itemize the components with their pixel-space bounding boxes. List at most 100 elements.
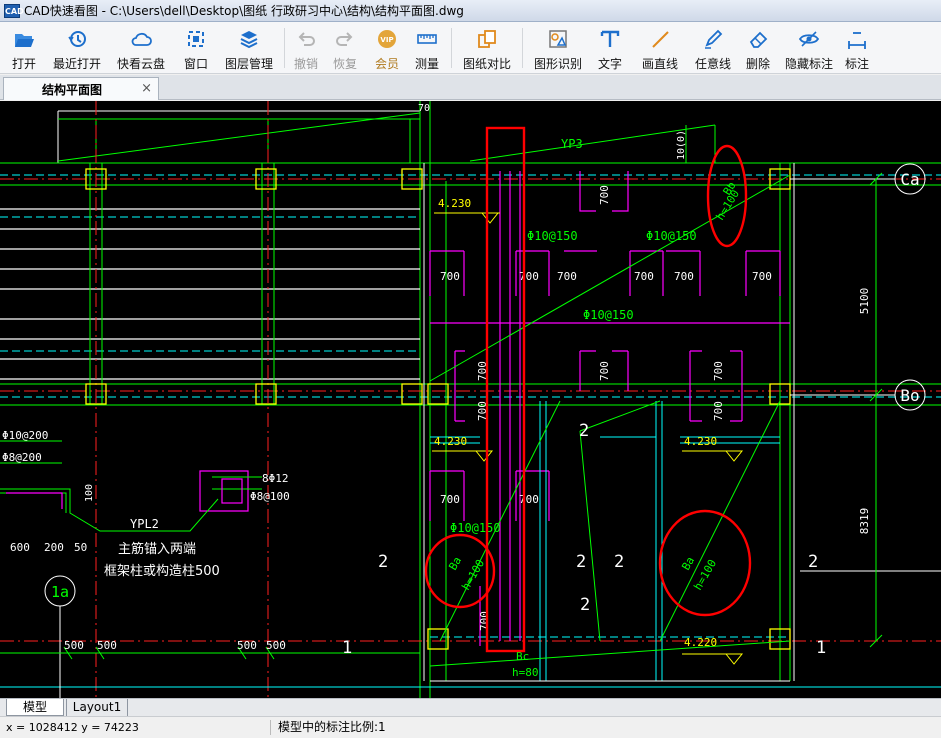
slab-thickness: h=80 <box>512 666 539 679</box>
section-mark: 2 <box>576 552 586 572</box>
section-mark: 1 <box>816 638 826 658</box>
ruler-icon <box>417 34 437 44</box>
dim-700: 700 <box>519 270 539 283</box>
section-mark: 2 <box>614 552 624 572</box>
layer-manager-label: 图层管理 <box>224 57 273 71</box>
undo-button[interactable]: 撤销 <box>289 22 323 72</box>
redo-label: 恢复 <box>332 57 357 71</box>
dim-700: 700 <box>712 401 725 421</box>
window-button[interactable]: 窗口 <box>174 22 218 72</box>
dim-700: 700 <box>674 270 694 283</box>
compare-button[interactable]: 图纸对比 <box>456 22 518 72</box>
dim-5100: 5100 <box>858 288 871 315</box>
undo-icon <box>298 32 315 46</box>
pen-icon <box>705 29 723 49</box>
elevation-label: 4.230 <box>434 435 467 448</box>
redo-icon <box>336 32 353 46</box>
vip-button[interactable]: VIP 会员 <box>367 22 407 72</box>
compare-icon <box>478 30 496 48</box>
folder-open-icon <box>15 34 34 47</box>
annotate-label: 标注 <box>844 57 869 71</box>
measure-button[interactable]: 测量 <box>407 22 447 72</box>
rebar-label: Φ10@150 <box>450 521 501 535</box>
rebar-label: Φ10@150 <box>646 229 697 243</box>
section-mark: 2 <box>808 552 818 572</box>
undo-label: 撤销 <box>293 57 318 71</box>
dim-700: 700 <box>598 185 611 205</box>
window-label: 窗口 <box>183 57 208 71</box>
measure-label: 测量 <box>414 57 439 71</box>
rebar-label: Φ10@150 <box>527 229 578 243</box>
dim-700: 700 <box>598 361 611 381</box>
layers-icon <box>240 31 258 49</box>
freehand-line-label: 任意线 <box>694 57 731 71</box>
text-button[interactable]: 文字 <box>589 22 631 72</box>
note-frame-column: 框架柱或构造柱500 <box>104 564 220 579</box>
axis-label-1a: 1a <box>51 583 69 601</box>
section-mark: 2 <box>580 595 590 615</box>
dim-500: 500 <box>64 639 84 652</box>
annotate-button[interactable]: 标注 <box>839 22 875 72</box>
tab-layout1[interactable]: Layout1 <box>66 699 128 716</box>
dim-8319: 8319 <box>858 508 871 535</box>
cloud-disk-button[interactable]: 快看云盘 <box>108 22 174 72</box>
toolbar-divider <box>284 28 285 68</box>
redo-button[interactable]: 恢复 <box>323 22 367 72</box>
slab-label: Ba <box>679 555 697 573</box>
shape-recognition-button[interactable]: 图形识别 <box>527 22 589 72</box>
tab-structural-plan[interactable]: 结构平面图 × <box>3 77 159 100</box>
axis-label-ca: Ca <box>900 170 919 189</box>
section-mark: 1 <box>342 638 352 658</box>
tab-structural-plan-label: 结构平面图 <box>42 82 103 97</box>
rebar-label: Φ10@200 <box>2 429 48 442</box>
cad-drawing: Ca Bo 1a 5100 8319 10(0) 70 700 700 700 … <box>0 101 941 698</box>
annotate-icon <box>848 32 866 49</box>
rebar-label: Φ8@200 <box>2 451 42 464</box>
section-mark: 2 <box>378 552 388 572</box>
line-icon <box>652 31 669 48</box>
slab-thickness: h=100 <box>459 557 487 592</box>
recent-open-label: 最近打开 <box>52 57 101 71</box>
document-tab-bar: 结构平面图 × <box>0 75 941 100</box>
status-divider <box>270 720 271 735</box>
cursor-coordinates: x = 1028412 y = 74223 <box>6 721 139 734</box>
dim-70: 70 <box>418 103 430 114</box>
window-icon <box>188 31 204 47</box>
section-mark: 2 <box>579 421 589 441</box>
text-label: 文字 <box>597 57 622 71</box>
freehand-line-button[interactable]: 任意线 <box>689 22 737 72</box>
highlight-ellipse <box>424 533 496 609</box>
vip-icon: VIP <box>378 30 396 48</box>
shape-recognition-label: 图形识别 <box>533 57 582 71</box>
annotation-scale: 模型中的标注比例:1 <box>278 720 386 734</box>
close-tab-icon[interactable]: × <box>141 81 152 96</box>
title-bar: CAD CAD快速看图 - C:\Users\dell\Desktop\图纸 行… <box>0 0 941 22</box>
note-anchor-ends: 主筋锚入两端 <box>118 541 196 557</box>
toolbar-divider <box>451 28 452 68</box>
rebar-label: Φ8@100 <box>250 490 290 503</box>
dim-500: 500 <box>266 639 286 652</box>
open-label: 打开 <box>11 57 36 71</box>
layout-tab-bar: 模型 Layout1 <box>0 698 941 716</box>
cloud-disk-label: 快看云盘 <box>116 57 165 71</box>
dim-700: 700 <box>478 611 491 631</box>
drawing-canvas[interactable]: Ca Bo 1a 5100 8319 10(0) 70 700 700 700 … <box>0 101 941 698</box>
draw-line-button[interactable]: 画直线 <box>631 22 689 72</box>
dim-50: 50 <box>74 541 87 554</box>
toolbar-divider <box>522 28 523 68</box>
open-button[interactable]: 打开 <box>2 22 46 72</box>
delete-button[interactable]: 删除 <box>737 22 779 72</box>
recent-open-button[interactable]: 最近打开 <box>46 22 108 72</box>
layer-manager-button[interactable]: 图层管理 <box>218 22 280 72</box>
dim-500: 500 <box>97 639 117 652</box>
dim-200: 200 <box>44 541 64 554</box>
elevation-label: 4.230 <box>438 197 471 210</box>
hide-annotations-button[interactable]: 隐藏标注 <box>779 22 839 72</box>
tab-model[interactable]: 模型 <box>6 699 64 716</box>
delete-label: 删除 <box>745 57 770 71</box>
dim-600: 600 <box>10 541 30 554</box>
text-t-icon <box>600 30 620 47</box>
axis-label-bo: Bo <box>900 386 919 405</box>
dim-500: 500 <box>237 639 257 652</box>
dim-700: 700 <box>752 270 772 283</box>
